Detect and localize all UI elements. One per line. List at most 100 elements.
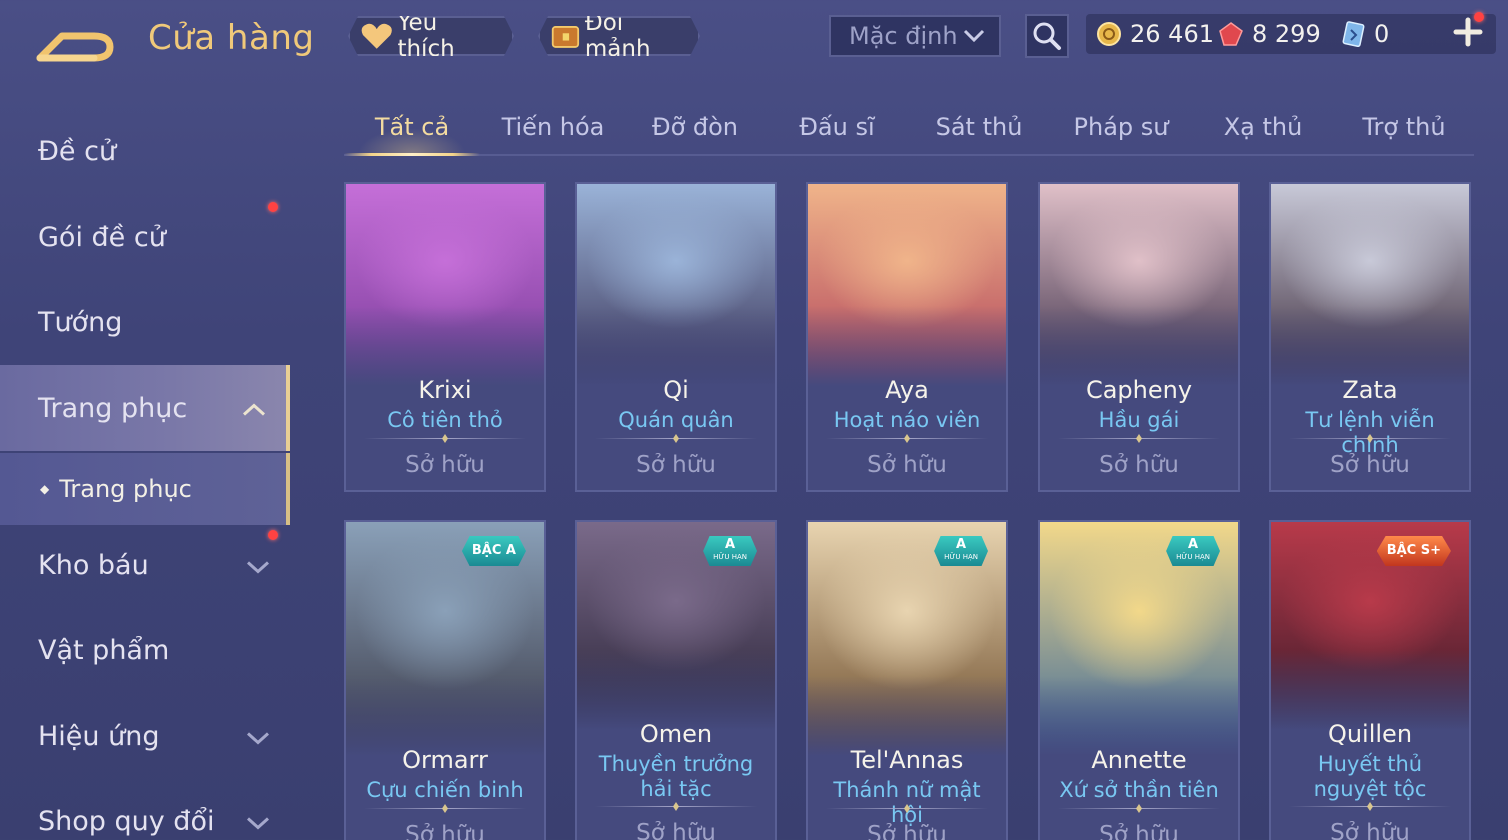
skin-card[interactable]: Capheny Hầu gái Sở hữu xyxy=(1038,182,1240,492)
ruby-gem-icon xyxy=(1219,22,1243,46)
gold-amount: 26 461 xyxy=(1130,20,1214,48)
favorite-label: Yêu thích xyxy=(397,10,455,62)
sidebar-item-label: Đề cử xyxy=(38,135,117,167)
owned-status: Sở hữu xyxy=(636,452,716,478)
tier-badge: BẬC A xyxy=(461,536,526,566)
card-shade xyxy=(808,676,1006,756)
owned-status: Sở hữu xyxy=(1330,452,1410,478)
sidebar-item-items[interactable]: Vật phẩm xyxy=(0,607,290,693)
skin-card[interactable]: Omen Thuyền trưởng hải tặc Sở hữu A HỮU H… xyxy=(575,520,777,840)
owned-status: Sở hữu xyxy=(405,822,485,840)
exchange-fragments-button[interactable]: Đổi mảnh xyxy=(538,16,700,56)
tab-marksman[interactable]: Xạ thủ xyxy=(1192,100,1334,154)
card-divider xyxy=(1058,804,1220,813)
tab-assassin[interactable]: Sát thủ xyxy=(908,100,1050,154)
skin-card[interactable]: Annette Xứ sở thần tiên Sở hữu A HỮU HẠN xyxy=(1038,520,1240,840)
tab-fighter[interactable]: Đấu sĩ xyxy=(766,100,908,154)
owned-status: Sở hữu xyxy=(636,820,716,840)
card-shade xyxy=(346,306,544,386)
tier-badge-label: A xyxy=(956,537,967,552)
sidebar-item-treasure[interactable]: Kho báu xyxy=(0,522,290,608)
ruby-balance: 8 299 xyxy=(1218,17,1321,51)
sidebar-subitem-label: Trang phục xyxy=(59,475,192,503)
card-divider xyxy=(595,434,757,443)
sidebar-item-label: Trang phục xyxy=(38,392,188,424)
card-shade xyxy=(1040,676,1238,756)
hero-name: Zata xyxy=(1342,376,1398,404)
sidebar-item-label: Gói đề cử xyxy=(38,221,166,253)
chevron-down-icon xyxy=(246,721,270,752)
skin-name: Thánh nữ mật hội xyxy=(833,778,981,827)
tab-evolution[interactable]: Tiến hóa xyxy=(482,100,624,154)
sidebar-item-skins[interactable]: Trang phục xyxy=(0,365,290,451)
sidebar-item-heroes[interactable]: Tướng xyxy=(0,279,290,365)
skin-name: Tư lệnh viễn chinh xyxy=(1305,408,1435,457)
chevron-down-icon xyxy=(963,29,985,43)
skin-card[interactable]: Ormarr Cựu chiến binh Sở hữu BẬC A xyxy=(344,520,546,840)
tier-badge-sublabel: HỮU HẠN xyxy=(713,553,747,561)
voucher-balance: 0 xyxy=(1340,17,1389,51)
owned-status: Sở hữu xyxy=(405,452,485,478)
owned-status: Sở hữu xyxy=(1099,452,1179,478)
skin-card[interactable]: Quillen Huyết thủ nguyệt tộc Sở hữu BẬC … xyxy=(1269,520,1471,840)
favorite-button[interactable]: Yêu thích xyxy=(348,16,514,56)
sort-dropdown[interactable]: Mặc định xyxy=(829,15,1001,57)
skin-card[interactable]: Zata Tư lệnh viễn chinh Sở hữu xyxy=(1269,182,1471,492)
hero-name: Aya xyxy=(885,376,929,404)
voucher-card-icon xyxy=(1342,21,1365,48)
hero-name: Qi xyxy=(663,376,689,404)
skin-name: Cựu chiến binh xyxy=(366,778,524,802)
ruby-amount: 8 299 xyxy=(1252,20,1321,48)
skin-name: Thuyền trưởng hải tặc xyxy=(598,752,754,801)
tab-tank[interactable]: Đỡ đòn xyxy=(624,100,766,154)
skin-card[interactable]: Tel'Annas Thánh nữ mật hội Sở hữu A HỮU H… xyxy=(806,520,1008,840)
owned-status: Sở hữu xyxy=(1099,822,1179,840)
search-button[interactable] xyxy=(1025,14,1069,58)
sidebar: Đề cử Gói đề cử Tướng Trang phục ◆ Trang… xyxy=(0,96,292,840)
tier-badge-label: A xyxy=(1188,537,1199,552)
sidebar-item-effects[interactable]: Hiệu ứng xyxy=(0,693,290,779)
skin-name: Hoạt náo viên xyxy=(833,408,981,432)
sidebar-item-featured-bundles[interactable]: Gói đề cử xyxy=(0,194,290,280)
owned-status: Sở hữu xyxy=(867,822,947,840)
top-bar: Cửa hàng Yêu thích Đổi mảnh Mặc định 26 … xyxy=(0,0,1508,80)
tier-badge-label: A xyxy=(725,537,736,552)
owned-status: Sở hữu xyxy=(867,452,947,478)
hero-name: Annette xyxy=(1091,746,1187,774)
hero-name: Krixi xyxy=(418,376,472,404)
sidebar-item-label: Tướng xyxy=(38,306,123,338)
role-tabs: Tất cả Tiến hóa Đỡ đòn Đấu sĩ Sát thủ Ph… xyxy=(344,100,1474,156)
sidebar-item-featured[interactable]: Đề cử xyxy=(0,108,290,194)
chevron-down-icon xyxy=(246,550,270,581)
back-button[interactable] xyxy=(36,18,120,64)
sidebar-item-label: Shop quy đổi xyxy=(38,805,215,837)
skin-name: Xứ sở thần tiên xyxy=(1059,778,1219,802)
card-divider xyxy=(826,434,988,443)
card-shade xyxy=(1271,650,1469,730)
tier-badge: A HỮU HẠN xyxy=(934,536,988,566)
sidebar-item-label: Vật phẩm xyxy=(38,634,170,666)
notification-dot xyxy=(1474,12,1484,22)
heart-icon xyxy=(360,21,393,51)
tier-badge-sublabel: HỮU HẠN xyxy=(1176,553,1210,561)
exchange-label: Đổi mảnh xyxy=(584,10,651,62)
page-title: Cửa hàng xyxy=(148,18,315,58)
skin-card[interactable]: Aya Hoạt náo viên Sở hữu xyxy=(806,182,1008,492)
hero-name: Ormarr xyxy=(402,746,488,774)
tab-support[interactable]: Trợ thủ xyxy=(1334,100,1474,154)
skin-card[interactable]: Krixi Cô tiên thỏ Sở hữu xyxy=(344,182,546,492)
tab-all[interactable]: Tất cả xyxy=(344,100,480,156)
notification-dot xyxy=(268,530,278,540)
skin-name: Hầu gái xyxy=(1098,408,1180,432)
card-shade xyxy=(577,650,775,730)
skin-card[interactable]: Qi Quán quân Sở hữu xyxy=(575,182,777,492)
gold-balance: 26 461 xyxy=(1096,17,1214,51)
sidebar-item-exchange-shop[interactable]: Shop quy đổi xyxy=(0,778,290,840)
card-shade xyxy=(577,306,775,386)
chevron-down-icon xyxy=(246,806,270,837)
sidebar-subitem-skins[interactable]: ◆ Trang phục xyxy=(0,453,290,525)
card-shade xyxy=(1040,306,1238,386)
tab-mage[interactable]: Pháp sư xyxy=(1050,100,1192,154)
sort-value: Mặc định xyxy=(849,22,958,50)
hero-name: Tel'Annas xyxy=(850,746,964,774)
